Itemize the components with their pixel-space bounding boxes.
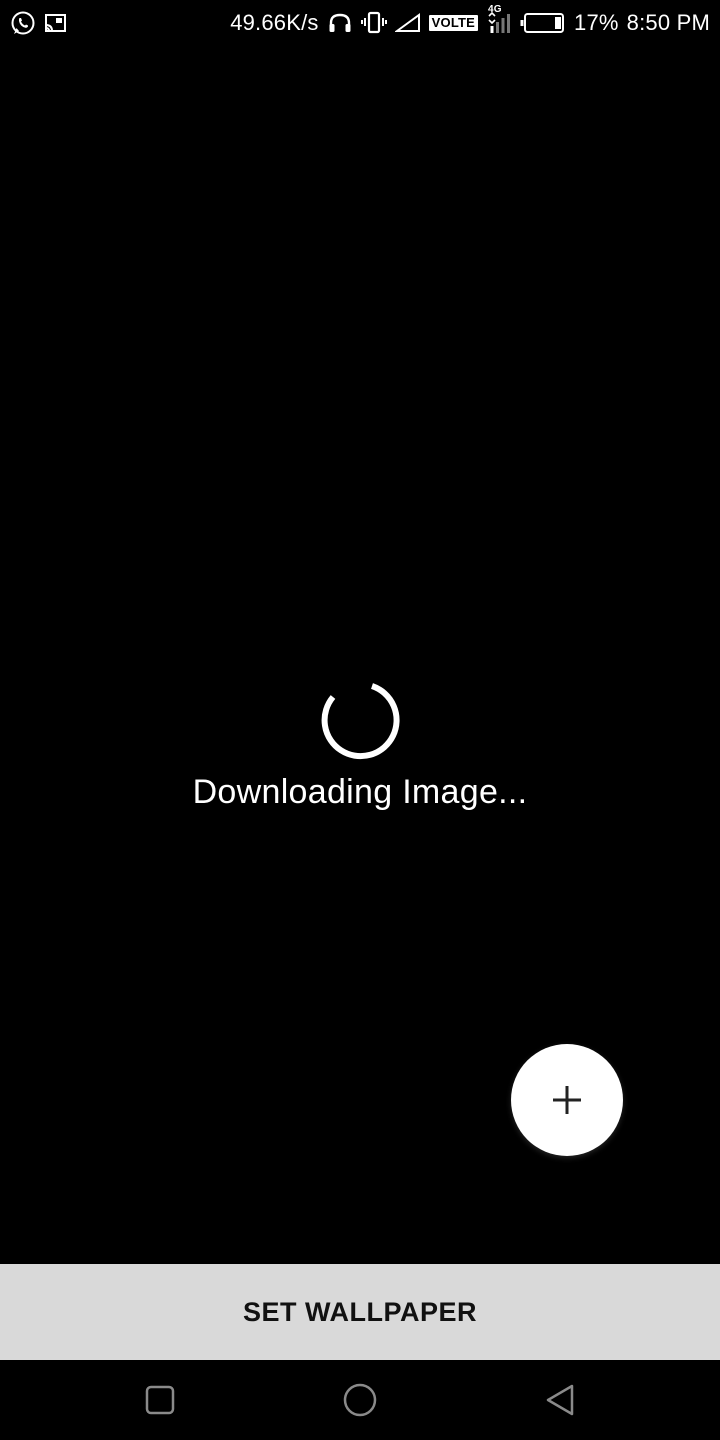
plus-icon: [553, 1086, 581, 1114]
clock: 8:50 PM: [626, 10, 710, 35]
cast-icon: [44, 12, 68, 39]
whatsapp-icon: [10, 10, 36, 41]
spinner-arc-icon: [321, 683, 400, 760]
wallpaper-preview-screen: 49.66K/s VOLTE 4G 17% 8:50 PM Downloadin…: [0, 0, 720, 1440]
signal-icon: [394, 13, 421, 33]
status-bar: 49.66K/s VOLTE 4G 17% 8:50 PM: [0, 0, 720, 48]
back-button[interactable]: [540, 1380, 580, 1420]
add-fab-button[interactable]: [511, 1044, 623, 1156]
set-wallpaper-label: SET WALLPAPER: [242, 1296, 477, 1327]
headset-icon: [327, 12, 353, 34]
loading-spinner: [320, 680, 400, 760]
home-button[interactable]: [340, 1380, 380, 1420]
vibrate-icon: [360, 11, 387, 35]
home-circle-icon: [343, 1383, 377, 1417]
loading-message: Downloading Image...: [192, 773, 528, 811]
recents-square-icon: [145, 1385, 175, 1415]
battery-percent: 17%: [574, 10, 619, 35]
volte-icon: VOLTE: [428, 15, 479, 31]
battery-icon: [520, 12, 566, 34]
back-triangle-icon: [546, 1384, 574, 1416]
set-wallpaper-button[interactable]: SET WALLPAPER: [0, 1264, 720, 1360]
recents-button[interactable]: [140, 1380, 180, 1420]
network-speed: 49.66K/s: [230, 10, 319, 35]
system-navigation-bar: [0, 1360, 720, 1440]
status-right-icons: 49.66K/s VOLTE 4G 17% 8:50 PM: [230, 4, 710, 38]
status-left-icons: [10, 10, 68, 41]
data-signal-icon: 4G: [486, 4, 512, 38]
